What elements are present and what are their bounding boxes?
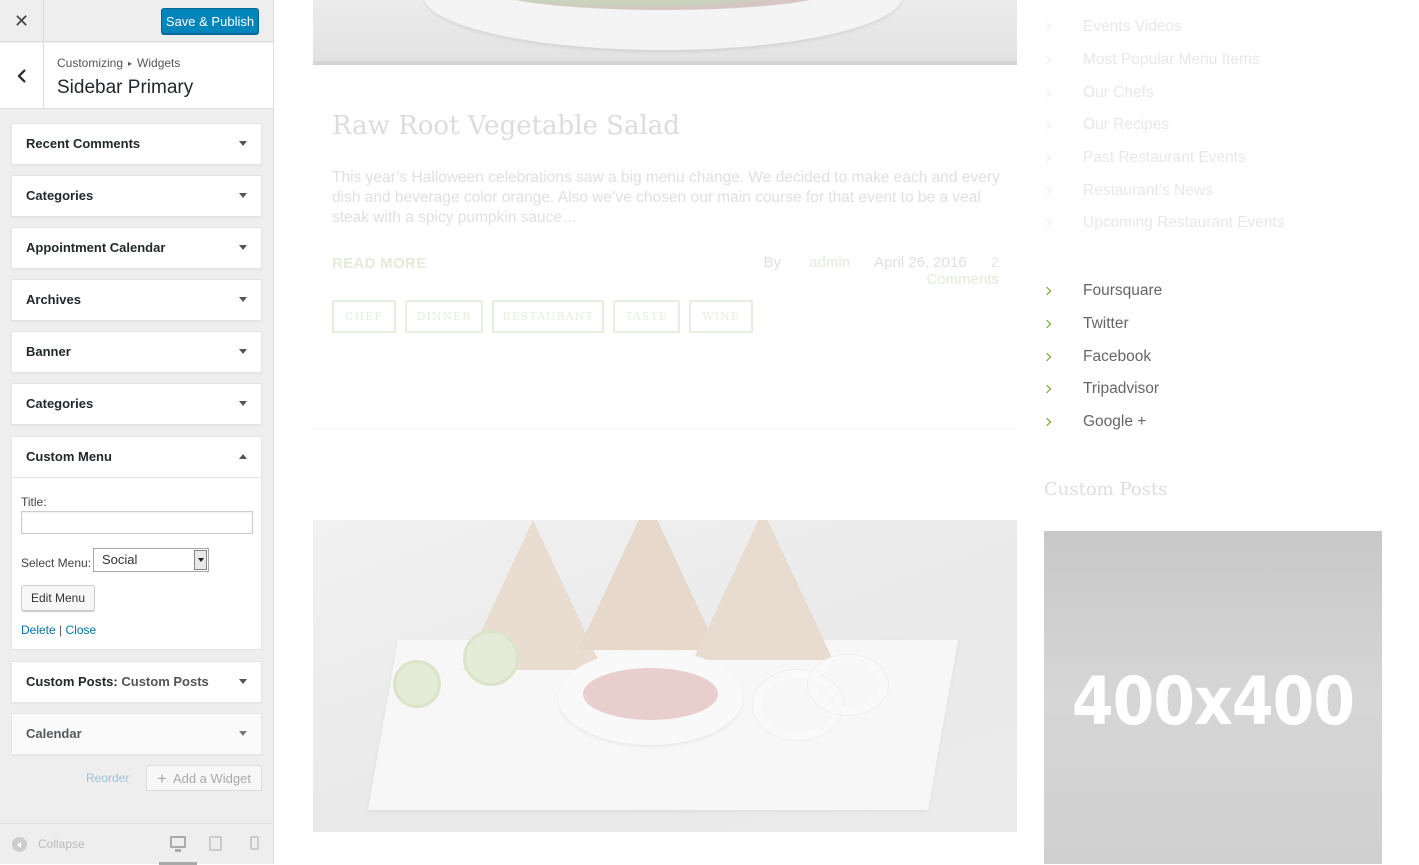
breadcrumb: Customizing ▸ Widgets (57, 56, 180, 70)
add-widget-label: Add a Widget (172, 770, 251, 786)
widget-recent-comments[interactable]: Recent Comments (11, 123, 262, 165)
expand-arrow-icon[interactable] (239, 679, 247, 684)
widget-title: Archives (26, 292, 81, 307)
collapse-button[interactable]: Collapse (38, 837, 85, 851)
tag-taste[interactable]: TASTE (613, 300, 680, 333)
expand-arrow-icon[interactable] (239, 349, 247, 354)
widget-title: Calendar (26, 726, 82, 741)
post-date: April 26, 2016 (874, 254, 967, 271)
widget-title: Appointment Calendar (26, 240, 166, 255)
tag-restaurant[interactable]: RESTAURANT (492, 300, 604, 333)
link-separator: | (59, 623, 63, 637)
delete-link[interactable]: Delete (21, 623, 56, 637)
edit-menu-button[interactable]: Edit Menu (21, 585, 95, 611)
close-link[interactable]: Close (66, 623, 97, 637)
mobile-preview-icon[interactable] (250, 836, 259, 850)
expand-arrow-icon[interactable] (239, 297, 247, 302)
customizer-panel: ✕ Save & Publish Customizing ▸ Widgets Sid… (0, 0, 274, 865)
collapse-icon[interactable] (12, 837, 27, 852)
chevron-right-icon (1042, 417, 1052, 427)
widget-calendar[interactable]: Calendar (11, 713, 262, 755)
expand-arrow-icon[interactable] (239, 193, 247, 198)
widget-title: Categories (26, 396, 94, 411)
chevron-right-icon (1042, 286, 1052, 296)
chevron-right-icon (1042, 384, 1052, 394)
widget-title-instance: Custom Posts (121, 674, 209, 689)
chevron-right-icon (1042, 352, 1052, 362)
section-title: Sidebar Primary (57, 77, 194, 98)
tag-dinner[interactable]: DINNER (405, 300, 483, 333)
widget-custom-posts[interactable]: Custom Posts: Custom Posts (11, 661, 262, 703)
read-more-link[interactable]: READ MORE (332, 255, 426, 272)
placeholder-label: 400x400 (1071, 663, 1355, 740)
expand-arrow-icon[interactable] (239, 245, 247, 250)
widget-actions: Delete | Close (21, 623, 96, 637)
chevron-right-icon (1042, 319, 1052, 329)
plus-icon: + (157, 768, 167, 788)
expand-arrow-icon[interactable] (239, 141, 247, 146)
close-customizer-button[interactable]: ✕ (0, 0, 44, 42)
tag-chef[interactable]: CHEF (332, 300, 396, 333)
select-menu-value: Social (102, 552, 138, 567)
close-icon: ✕ (13, 10, 30, 31)
back-button[interactable] (0, 43, 44, 109)
widget-appointment-calendar[interactable]: Appointment Calendar (11, 227, 262, 269)
widget-title: Custom Posts: Custom Posts (26, 662, 209, 702)
widget-title: Recent Comments (26, 136, 141, 151)
post-excerpt: This year’s Halloween celebrations saw a… (332, 169, 1000, 226)
widget-custom-menu-header[interactable]: Custom Menu (12, 437, 261, 478)
breadcrumb-leaf: Widgets (137, 56, 181, 70)
author-prefix: By (763, 254, 782, 271)
title-field[interactable] (21, 511, 253, 534)
chevron-left-icon (16, 69, 26, 83)
widget-title: Custom Menu (26, 449, 112, 464)
placeholder-image[interactable]: 400x400 (1044, 531, 1382, 864)
expand-arrow-icon[interactable] (239, 401, 247, 406)
post-divider (313, 428, 1017, 429)
select-menu-dropdown[interactable]: Social (93, 548, 209, 572)
save-publish-button[interactable]: Save & Publish (161, 8, 259, 34)
post-title[interactable]: Raw Root Vegetable Salad (332, 111, 680, 141)
custom-posts-heading: Custom Posts (1044, 479, 1168, 500)
site-preview: Raw Root Vegetable Salad This year’s Hal… (274, 0, 1419, 864)
customizer-footer: Collapse (0, 823, 273, 865)
collapse-arrow-icon[interactable] (239, 454, 247, 459)
widget-categories[interactable]: Categories (11, 175, 262, 217)
widget-custom-menu: Custom Menu Title: Select Menu: Social E… (11, 436, 262, 650)
breadcrumb-separator: ▸ (128, 59, 133, 68)
salad-post-image[interactable] (313, 0, 1017, 65)
widget-title: Categories (26, 188, 94, 203)
tag-wine[interactable]: WINE (689, 300, 753, 333)
post-meta: By admin April 26, 2016 2 Comments (699, 254, 999, 288)
samosa-post-image[interactable] (313, 520, 1017, 832)
desktop-preview-icon[interactable] (170, 836, 186, 852)
author-link[interactable]: admin (809, 254, 850, 271)
tablet-preview-icon[interactable] (209, 836, 222, 851)
add-widget-button[interactable]: + Add a Widget (146, 765, 262, 791)
post-author: By admin (740, 254, 851, 271)
section-header: Customizing ▸ Widgets Sidebar Primary (0, 43, 273, 109)
title-field-label: Title: (21, 495, 47, 509)
widget-banner[interactable]: Banner (11, 331, 262, 373)
customizer-header: ✕ Save & Publish (0, 0, 273, 42)
widget-archives[interactable]: Archives (11, 279, 262, 321)
expand-arrow-icon[interactable] (239, 731, 247, 736)
reorder-link[interactable]: Reorder (86, 771, 129, 785)
widget-title: Banner (26, 344, 71, 359)
widget-categories-2[interactable]: Categories (11, 383, 262, 425)
breadcrumb-root: Customizing (57, 56, 124, 70)
select-menu-label: Select Menu: (21, 556, 92, 570)
dropdown-arrow-icon[interactable] (194, 550, 207, 570)
widget-title-main: Custom Posts: (26, 674, 118, 689)
